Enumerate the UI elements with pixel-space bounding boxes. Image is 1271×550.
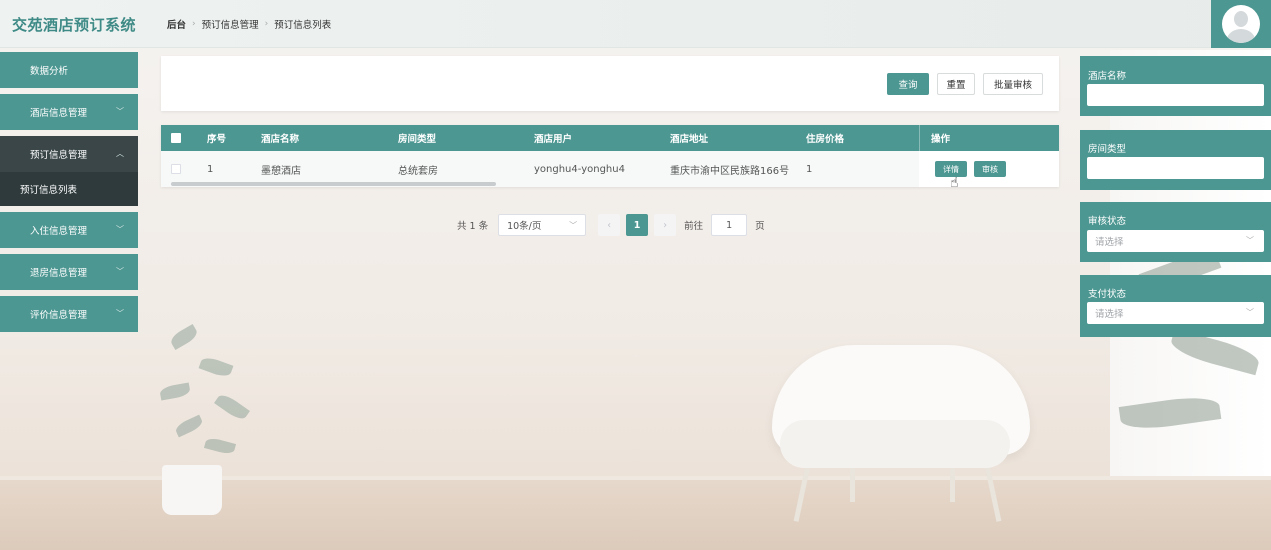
plant-leaf <box>198 354 234 380</box>
column-header-index: 序号 <box>207 134 227 145</box>
chair-leg <box>850 462 855 502</box>
sidebar-item-hotel-info[interactable]: 酒店信息管理 ﹀ <box>0 94 138 130</box>
filter-review-status: 审核状态 请选择 ﹀ <box>1080 202 1271 262</box>
goto-label: 前往 <box>684 221 704 232</box>
sidebar-item-label: 评价信息管理 <box>30 310 88 321</box>
batch-review-button[interactable]: 批量审核 <box>983 73 1043 95</box>
plant-pot <box>162 465 222 515</box>
filter-label: 审核状态 <box>1088 216 1127 227</box>
cell-user: yonghu4-yonghu4 <box>534 163 625 175</box>
breadcrumb-item-current: 预订信息列表 <box>274 20 332 31</box>
filter-hotel-name: 酒店名称 <box>1080 56 1271 116</box>
chair-leg <box>950 462 955 502</box>
user-avatar-button[interactable] <box>1211 0 1271 48</box>
sidebar-item-checkout-info[interactable]: 退房信息管理 ﹀ <box>0 254 138 290</box>
column-header-hotel: 酒店名称 <box>261 134 300 145</box>
breadcrumb-separator-icon: › <box>192 19 196 29</box>
sidebar-item-data-analysis[interactable]: 数据分析 <box>0 52 138 88</box>
select-placeholder: 请选择 <box>1095 309 1124 320</box>
plant-leaf <box>214 391 250 423</box>
app-title: 交苑酒店预订系统 <box>12 16 137 34</box>
breadcrumb: 后台 › 预订信息管理 › 预订信息列表 <box>167 17 331 31</box>
column-divider <box>919 125 920 151</box>
sidebar-item-label: 入住信息管理 <box>30 226 88 237</box>
cell-actions: 详情 审核 <box>919 151 1059 187</box>
pagination: 共 1 条 10条/页 ﹀ ‹ 1 › 前往 1 页 <box>457 214 765 236</box>
hand-cursor-icon: ☝ <box>950 175 959 191</box>
chair-seat-illustration <box>780 420 1010 468</box>
table-header: 序号 酒店名称 房间类型 酒店用户 酒店地址 住房价格 操作 <box>161 125 1059 151</box>
pagination-total: 共 1 条 <box>457 221 489 232</box>
sidebar-item-label: 退房信息管理 <box>30 268 88 279</box>
select-placeholder: 请选择 <box>1095 237 1124 248</box>
column-header-price: 住房价格 <box>806 134 845 145</box>
cell-price: 1 <box>806 163 813 175</box>
sidebar-item-booking-info[interactable]: 预订信息管理 ︿ <box>0 136 138 172</box>
sidebar-subitem-booking-list[interactable]: 预订信息列表 <box>0 172 138 206</box>
sidebar-item-label: 预订信息管理 <box>30 150 88 161</box>
plant-leaf <box>159 382 191 401</box>
filter-payment-status: 支付状态 请选择 ﹀ <box>1080 275 1271 337</box>
cell-address: 重庆市渝中区民族路166号 <box>670 165 790 177</box>
filter-label: 酒店名称 <box>1088 71 1127 82</box>
sidebar-menu: 数据分析 酒店信息管理 ﹀ 预订信息管理 ︿ 预订信息列表 入住信息管理 ﹀ 退… <box>0 52 138 338</box>
booking-table: 序号 酒店名称 房间类型 酒店用户 酒店地址 住房价格 操作 1 墨憩酒店 总统… <box>161 125 1059 191</box>
filter-room-type: 房间类型 <box>1080 130 1271 190</box>
sidebar-item-review-info[interactable]: 评价信息管理 ﹀ <box>0 296 138 332</box>
filter-label: 房间类型 <box>1088 144 1127 155</box>
chevron-down-icon: ﹀ <box>116 225 124 234</box>
breadcrumb-separator-icon: › <box>264 19 269 29</box>
plant-leaf <box>203 436 237 456</box>
column-header-room: 房间类型 <box>398 134 437 145</box>
chevron-down-icon: ﹀ <box>116 107 124 116</box>
sidebar-item-label: 数据分析 <box>30 66 69 77</box>
reset-button[interactable]: 重置 <box>937 73 975 95</box>
horizontal-scrollbar[interactable] <box>171 182 496 186</box>
sidebar-item-checkin-info[interactable]: 入住信息管理 ﹀ <box>0 212 138 248</box>
top-header: 交苑酒店预订系统 后台 › 预订信息管理 › 预订信息列表 <box>0 0 1271 48</box>
page-number-current[interactable]: 1 <box>626 214 649 236</box>
page-suffix-label: 页 <box>755 221 765 232</box>
column-header-address: 酒店地址 <box>670 134 709 145</box>
select-all-checkbox[interactable] <box>171 125 181 151</box>
chevron-down-icon: ﹀ <box>116 267 124 276</box>
search-toolbar: 查询 重置 批量审核 <box>161 56 1059 111</box>
review-status-select[interactable]: 请选择 ﹀ <box>1087 230 1264 252</box>
plant-leaf <box>173 414 205 438</box>
chevron-down-icon: ﹀ <box>569 221 578 230</box>
review-button[interactable]: 审核 <box>974 161 1006 177</box>
room-type-input[interactable] <box>1087 157 1264 179</box>
filter-label: 支付状态 <box>1088 289 1127 300</box>
chevron-down-icon: ﹀ <box>116 309 124 318</box>
chevron-down-icon: ﹀ <box>1246 308 1254 317</box>
breadcrumb-root[interactable]: 后台 <box>167 17 186 31</box>
goto-page-input[interactable]: 1 <box>711 214 748 236</box>
sidebar-item-label: 预订信息列表 <box>20 185 78 196</box>
column-header-user: 酒店用户 <box>534 134 573 145</box>
column-header-actions: 操作 <box>931 134 951 145</box>
page-size-value: 10条/页 <box>507 221 542 232</box>
avatar-icon <box>1222 5 1260 43</box>
sidebar-item-label: 酒店信息管理 <box>30 108 88 119</box>
chevron-up-icon: ︿ <box>116 149 124 158</box>
hotel-name-input[interactable] <box>1087 84 1264 106</box>
next-page-button[interactable]: › <box>654 214 677 236</box>
page-size-select[interactable]: 10条/页 ﹀ <box>498 214 587 236</box>
breadcrumb-item[interactable]: 预订信息管理 <box>202 17 259 31</box>
chevron-down-icon: ﹀ <box>1246 236 1254 245</box>
payment-status-select[interactable]: 请选择 ﹀ <box>1087 302 1264 324</box>
prev-page-button[interactable]: ‹ <box>598 214 621 236</box>
plant-leaf <box>168 323 200 351</box>
query-button[interactable]: 查询 <box>887 73 929 95</box>
